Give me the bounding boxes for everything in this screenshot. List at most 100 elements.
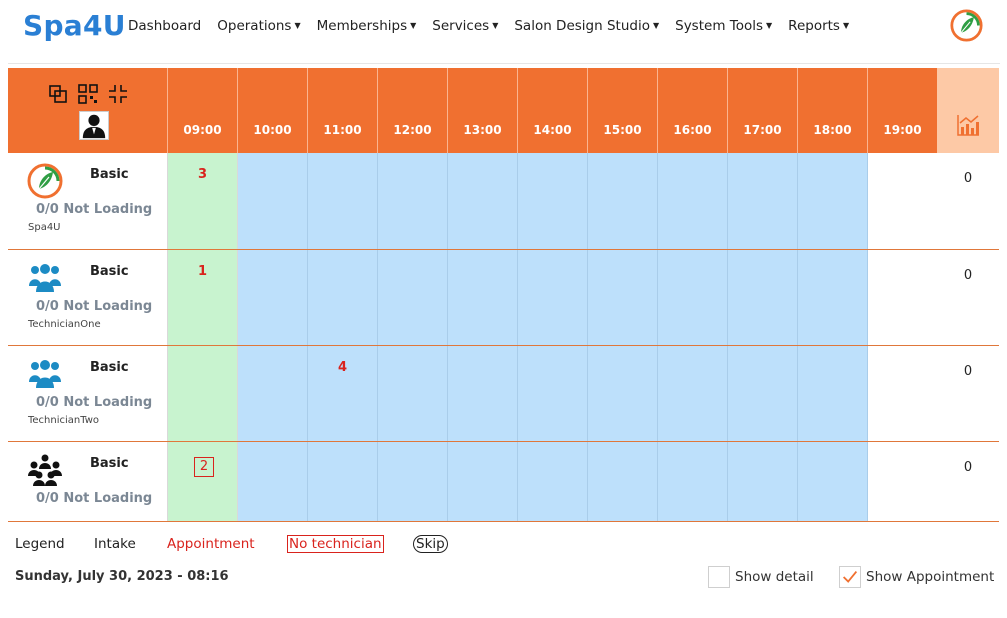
technician-row: Basic 0/0 Not Loading Spa4U 3 0 <box>8 153 999 250</box>
menu-system-tools[interactable]: System Tools ▼ <box>675 18 772 34</box>
hour-header[interactable]: 09:00 <box>168 68 238 153</box>
time-slot-cell[interactable] <box>868 153 938 249</box>
menu-services[interactable]: Services ▼ <box>432 18 498 34</box>
legend-appointment: Appointment <box>167 536 255 552</box>
appointment-count[interactable]: 1 <box>168 264 237 279</box>
hour-header[interactable]: 14:00 <box>518 68 588 153</box>
time-slot-cell[interactable] <box>448 346 518 441</box>
time-slot-cell[interactable] <box>798 250 868 345</box>
time-slot-cell[interactable] <box>658 153 728 249</box>
time-slot-cell[interactable] <box>728 250 798 345</box>
menu-operations[interactable]: Operations ▼ <box>217 18 300 34</box>
spa4u-logo-icon[interactable] <box>950 9 983 42</box>
time-slot-cell[interactable] <box>868 442 938 521</box>
row-total: 0 <box>963 268 973 283</box>
time-slot-cell[interactable] <box>378 442 448 521</box>
time-slot-cell[interactable] <box>518 153 588 249</box>
hour-header[interactable]: 18:00 <box>798 68 868 153</box>
show-appointment-label[interactable]: Show Appointment <box>866 569 994 585</box>
time-slot-cell[interactable] <box>238 250 308 345</box>
time-slot-cell[interactable] <box>728 442 798 521</box>
hour-header[interactable]: 19:00 <box>868 68 938 153</box>
time-slot-cell[interactable] <box>238 346 308 441</box>
time-slot-cell[interactable] <box>658 346 728 441</box>
copy-window-icon[interactable] <box>48 84 68 104</box>
technician-status: 0/0 Not Loading <box>36 395 153 410</box>
time-slot-cell[interactable] <box>588 153 658 249</box>
time-slot-cell[interactable] <box>168 346 238 441</box>
technician-view-icon[interactable] <box>79 111 109 140</box>
group-blue-icon <box>27 260 63 296</box>
hour-header[interactable]: 16:00 <box>658 68 728 153</box>
time-slot-cell[interactable]: 1 <box>168 250 238 345</box>
time-slot-cell[interactable] <box>518 250 588 345</box>
time-slot-cell[interactable] <box>658 442 728 521</box>
caret-down-icon: ▼ <box>842 21 850 30</box>
time-slot-cell[interactable] <box>308 442 378 521</box>
unassigned-count[interactable]: 2 <box>194 457 214 477</box>
hour-header[interactable]: 11:00 <box>308 68 378 153</box>
technician-info-cell[interactable]: Basic 0/0 Not Loading <box>8 442 168 521</box>
time-slot-cell[interactable] <box>868 250 938 345</box>
checkmark-icon <box>842 570 858 583</box>
technician-name: Spa4U <box>28 222 61 233</box>
time-slot-cell[interactable] <box>238 442 308 521</box>
hour-header[interactable]: 13:00 <box>448 68 518 153</box>
brand-logo[interactable]: Spa4U <box>23 9 126 42</box>
time-slot-cell[interactable] <box>448 153 518 249</box>
technician-status: 0/0 Not Loading <box>36 299 153 314</box>
time-slot-cell[interactable] <box>588 442 658 521</box>
menu-dashboard[interactable]: Dashboard <box>128 18 201 34</box>
time-slot-cell[interactable] <box>798 442 868 521</box>
top-navbar: Spa4U Dashboard Operations ▼ Memberships ▼… <box>0 0 1007 58</box>
appointment-count[interactable]: 4 <box>308 360 377 375</box>
technician-info-cell[interactable]: Basic 0/0 Not Loading TechnicianOne <box>8 250 168 345</box>
row-total-cell: 0 <box>937 442 999 521</box>
hour-header[interactable]: 12:00 <box>378 68 448 153</box>
time-slot-cell[interactable] <box>518 442 588 521</box>
technician-info-cell[interactable]: Basic 0/0 Not Loading TechnicianTwo <box>8 346 168 441</box>
time-slot-cell[interactable]: 3 <box>168 153 238 249</box>
qr-code-icon[interactable] <box>78 84 98 104</box>
hour-header[interactable]: 17:00 <box>728 68 798 153</box>
chart-icon <box>957 115 979 136</box>
time-slot-cell[interactable] <box>308 250 378 345</box>
time-slot-cell[interactable] <box>588 346 658 441</box>
menu-reports[interactable]: Reports ▼ <box>788 18 849 34</box>
hour-label: 19:00 <box>883 123 922 137</box>
hour-header[interactable]: 10:00 <box>238 68 308 153</box>
time-slot-cell[interactable] <box>728 346 798 441</box>
collapse-icon[interactable] <box>108 84 128 104</box>
technician-name: TechnicianOne <box>28 319 101 330</box>
show-detail-checkbox[interactable] <box>708 566 730 588</box>
menu-salon-design-studio[interactable]: Salon Design Studio ▼ <box>514 18 659 34</box>
show-appointment-checkbox[interactable] <box>839 566 861 588</box>
time-slot-cell[interactable] <box>378 346 448 441</box>
appointment-count[interactable]: 3 <box>168 167 237 182</box>
technician-info-cell[interactable]: Basic 0/0 Not Loading Spa4U <box>8 153 168 249</box>
time-slot-cell[interactable]: 4 <box>308 346 378 441</box>
technician-plan: Basic <box>90 456 129 471</box>
time-slot-cell[interactable] <box>588 250 658 345</box>
time-slot-cell[interactable] <box>798 346 868 441</box>
time-slot-cell[interactable] <box>448 250 518 345</box>
time-slot-cell[interactable] <box>658 250 728 345</box>
time-slot-cell[interactable] <box>518 346 588 441</box>
time-slot-cell[interactable] <box>378 250 448 345</box>
time-slot-cell[interactable] <box>308 153 378 249</box>
time-slot-cell[interactable] <box>448 442 518 521</box>
legend-skip: Skip <box>413 535 448 553</box>
stats-header[interactable] <box>937 68 999 153</box>
hour-label: 09:00 <box>183 123 222 137</box>
time-slot-cell[interactable] <box>868 346 938 441</box>
show-detail-label[interactable]: Show detail <box>735 569 814 585</box>
time-slot-cell[interactable] <box>378 153 448 249</box>
time-slot-cell[interactable] <box>798 153 868 249</box>
menu-memberships[interactable]: Memberships ▼ <box>317 18 417 34</box>
time-slot-cell[interactable]: 2 <box>168 442 238 521</box>
main-menu: Dashboard Operations ▼ Memberships ▼ Servi… <box>128 18 865 34</box>
time-slot-cell[interactable] <box>728 153 798 249</box>
hour-header[interactable]: 15:00 <box>588 68 658 153</box>
row-total: 0 <box>963 460 973 475</box>
time-slot-cell[interactable] <box>238 153 308 249</box>
